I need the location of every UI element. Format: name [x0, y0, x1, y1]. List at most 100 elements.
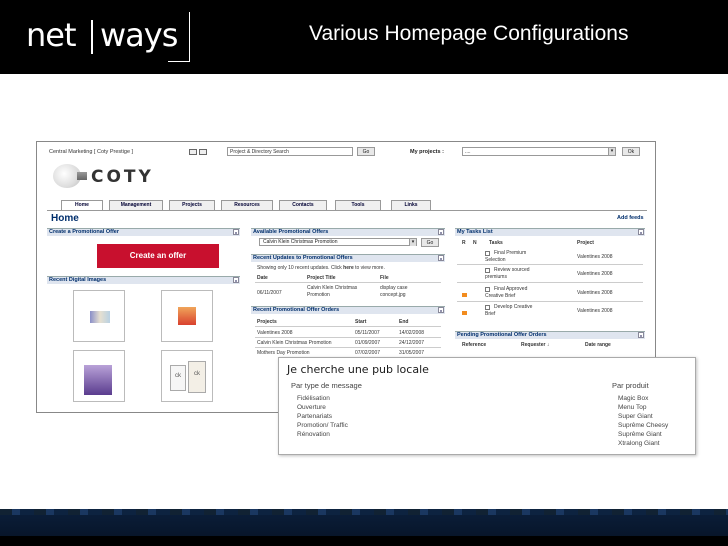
close-icon[interactable]: x: [438, 307, 444, 313]
product-link[interactable]: Suprême Giant: [618, 431, 662, 438]
help-icon[interactable]: [189, 149, 197, 155]
col-tasks: Tasks: [489, 240, 503, 246]
tasks-title: My Tasks List: [457, 229, 493, 235]
image-thumbnail[interactable]: ck ck: [161, 350, 213, 402]
close-icon[interactable]: x: [638, 229, 644, 235]
logo-word-left: net: [26, 16, 77, 54]
tasks-panel-header: My Tasks List x: [455, 228, 645, 236]
message-type-link[interactable]: Promotion/ Traffic: [297, 422, 348, 429]
context-line: Central Marketing [ Coty Prestige ]: [49, 149, 134, 155]
available-offers-panel-header: Available Promotional Offers x: [251, 228, 445, 236]
projects-ok-button[interactable]: Ok: [622, 147, 640, 156]
offer-select-value: Calvin Klein Christmas Promotion: [263, 239, 338, 245]
offer-select[interactable]: Calvin Klein Christmas Promotion ▾: [259, 238, 417, 246]
main-tabs: Home Management Projects Resources Conta…: [47, 200, 647, 210]
slide-title: Various Homepage Configurations: [309, 22, 629, 45]
task-line2[interactable]: Creative Brief: [485, 293, 515, 299]
order-start: 05/11/2007: [355, 330, 380, 336]
create-offer-panel-header: Create a Promotional Offer x: [47, 228, 240, 236]
pending-orders-title: Pending Promotional Offer Orders: [457, 332, 547, 338]
update-title-line1[interactable]: Calvin Klein Christmas: [307, 285, 357, 291]
close-icon[interactable]: x: [233, 229, 239, 235]
product-link[interactable]: Super Giant: [618, 413, 653, 420]
close-icon[interactable]: x: [233, 277, 239, 283]
recent-images-title: Recent Digital Images: [49, 277, 107, 283]
product-link[interactable]: Xtralong Giant: [618, 440, 660, 447]
divider: [457, 282, 643, 283]
col-requester[interactable]: Requester ↓: [521, 342, 549, 348]
search-go-button[interactable]: Go: [357, 147, 375, 156]
tab-management[interactable]: Management: [109, 200, 163, 210]
tab-resources[interactable]: Resources: [221, 200, 273, 210]
divider: [255, 282, 441, 283]
logo-bracket: [168, 12, 190, 62]
close-icon[interactable]: x: [438, 229, 444, 235]
product-image: [84, 365, 112, 395]
recent-orders-panel-header: Recent Promotional Offer Orders x: [251, 306, 445, 314]
close-icon[interactable]: x: [438, 255, 444, 261]
divider: [457, 301, 643, 302]
order-start: 07/02/2007: [355, 350, 381, 356]
col-project: Project: [577, 240, 594, 246]
task-line1[interactable]: Develop Creative: [494, 304, 532, 310]
task-line2[interactable]: Selection: [485, 257, 506, 263]
create-offer-button[interactable]: Create an offer: [97, 244, 219, 268]
order-project[interactable]: Calvin Klein Christmas Promotion: [257, 340, 331, 346]
task-line2[interactable]: premiums: [485, 274, 507, 280]
updates-note-prefix: Showing only 10 recent updates. Click: [257, 265, 344, 271]
flag-icon: [462, 311, 467, 315]
product-link[interactable]: Menu Top: [618, 404, 646, 411]
local-ad-panel: Je cherche une pub locale Par type de me…: [278, 357, 696, 455]
tab-projects[interactable]: Projects: [169, 200, 215, 210]
col-n: N: [473, 240, 477, 246]
pending-orders-panel-header: Pending Promotional Offer Orders x: [455, 331, 645, 339]
recent-updates-title: Recent Updates to Promotional Offers: [253, 255, 353, 261]
task-line1[interactable]: Final Premium: [494, 250, 526, 256]
order-project[interactable]: Valentines 2008: [257, 330, 293, 336]
tab-tools[interactable]: Tools: [335, 200, 381, 210]
order-start: 01/09/2007: [355, 340, 381, 346]
tab-contacts[interactable]: Contacts: [279, 200, 327, 210]
recent-images-panel-header: Recent Digital Images x: [47, 276, 240, 284]
offer-go-button[interactable]: Go: [421, 238, 439, 247]
tab-home[interactable]: Home: [61, 200, 103, 210]
add-feeds-link[interactable]: Add feeds: [617, 215, 644, 221]
task-project: Valentines 2008: [577, 254, 613, 260]
close-icon[interactable]: x: [638, 332, 644, 338]
slide-header: net ways Various Homepage Configurations: [0, 0, 728, 74]
task-project: Valentines 2008: [577, 290, 613, 296]
task-line2[interactable]: Brief: [485, 311, 495, 317]
message-type-link[interactable]: Ouverture: [297, 404, 326, 411]
image-thumbnail[interactable]: [161, 290, 213, 342]
recent-orders-title: Recent Promotional Offer Orders: [253, 307, 340, 313]
projects-select-value: ....: [465, 149, 471, 155]
flag-icon: [462, 293, 467, 297]
task-line1[interactable]: Final Approved: [494, 286, 527, 292]
update-title-line2[interactable]: Promotion: [307, 292, 330, 298]
task-project: Valentines 2008: [577, 271, 613, 277]
product-link[interactable]: Magic Box: [618, 395, 648, 402]
order-project[interactable]: Mothers Day Promotion: [257, 350, 310, 356]
search-input[interactable]: Project & Directory Search: [227, 147, 353, 156]
updates-more-link[interactable]: here: [343, 265, 354, 271]
ck-box-label: ck: [188, 361, 206, 393]
divider: [255, 337, 441, 338]
update-file-line1[interactable]: display case: [380, 285, 408, 291]
order-end: 14/02/2008: [399, 330, 425, 336]
message-type-link[interactable]: Partenariats: [297, 413, 332, 420]
recent-updates-panel-header: Recent Updates to Promotional Offers x: [251, 254, 445, 262]
image-thumbnail[interactable]: [73, 290, 125, 342]
message-type-link[interactable]: Fidélisation: [297, 395, 330, 402]
ck-bottle-label: ck: [170, 365, 186, 391]
my-projects-label: My projects :: [410, 149, 444, 155]
message-type-link[interactable]: Rénovation: [297, 431, 330, 438]
update-file-line2[interactable]: concept.jpg: [380, 292, 406, 298]
image-thumbnail[interactable]: [73, 350, 125, 402]
tab-links[interactable]: Links: [391, 200, 431, 210]
product-link[interactable]: Suprême Cheesy: [618, 422, 668, 429]
netways-logo: net ways: [22, 12, 190, 62]
projects-select[interactable]: .... ▾: [462, 147, 616, 156]
tab-underline: [47, 210, 647, 211]
task-line1[interactable]: Review sourced: [494, 267, 530, 273]
mail-icon[interactable]: [199, 149, 207, 155]
